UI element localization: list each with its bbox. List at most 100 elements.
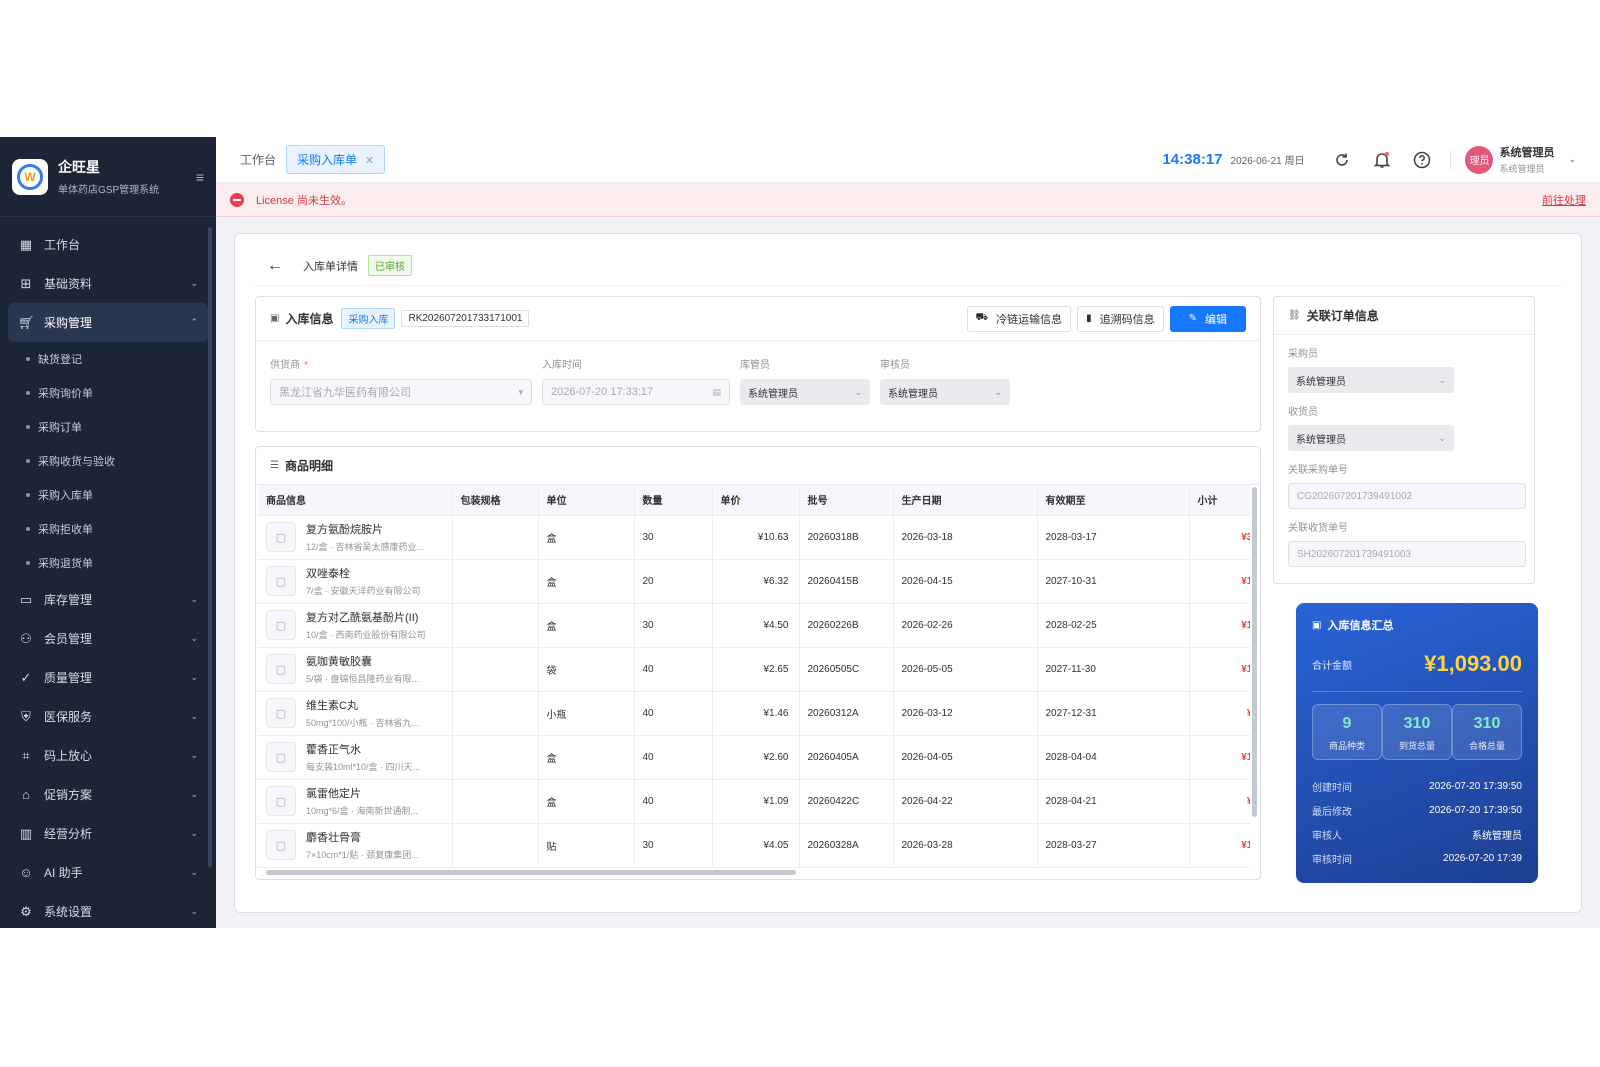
- license-alert: License 尚未生效。 前往处理: [216, 183, 1600, 217]
- product-image-icon: ▢: [266, 654, 296, 684]
- vertical-scrollbar[interactable]: [1252, 487, 1257, 817]
- product-name: 复方氨酚烷胺片: [306, 524, 383, 536]
- sidebar-item-dashboard[interactable]: ▦ 工作台: [0, 225, 216, 264]
- chevron-up-icon: ⌃: [190, 317, 198, 327]
- bell-icon[interactable]: [1372, 150, 1392, 170]
- summary-card: ▣ 入库信息汇总 合计金额 ¥1,093.00 9 商品种类 310 到货总量 310…: [1296, 603, 1538, 883]
- receiver-select[interactable]: 系统管理员 ⌄: [1288, 425, 1454, 451]
- package-cell: [452, 647, 539, 692]
- product-name: 氯雷他定片: [306, 788, 361, 800]
- sidebar-subitem-shortage[interactable]: 缺货登记: [0, 342, 216, 376]
- sidebar-subitem-inquiry[interactable]: 采购询价单: [0, 376, 216, 410]
- table-row[interactable]: ▢ 双唑泰栓 7/盒 · 安徽天洋药业有限公司盒 20 ¥6.32 20260415B 20…: [258, 559, 1250, 604]
- buyer-select[interactable]: 系统管理员 ⌄: [1288, 367, 1454, 393]
- chevron-down-icon: ⌄: [994, 386, 1002, 397]
- items-panel: ☰ 商品明细 商品信息 包装规格 单位 数量 单价 批号 生产日期 有效期至 小计 ▢ 复方氨酚烷…: [255, 446, 1261, 880]
- close-tab-icon[interactable]: ✕: [365, 155, 374, 167]
- items-table: 商品信息 包装规格 单位 数量 单价 批号 生产日期 有效期至 小计 ▢ 复方氨酚烷胺片 12/盒 …: [258, 485, 1250, 868]
- page-header: ← 入库单详情 已审核: [255, 246, 1561, 286]
- sidebar-subitem-rejection[interactable]: 采购拒收单: [0, 512, 216, 546]
- sidebar-subitem-order[interactable]: 采购订单: [0, 410, 216, 444]
- sidebar-item-analysis[interactable]: ▥ 经营分析 ⌄: [0, 814, 216, 853]
- edit-button[interactable]: ✎ 编辑: [1169, 305, 1246, 332]
- column-header: 商品信息: [258, 485, 453, 516]
- help-icon[interactable]: [1412, 150, 1432, 170]
- tab-workbench[interactable]: 工作台: [240, 151, 276, 168]
- qty-cell: 40: [634, 647, 713, 692]
- sidebar-item-settings[interactable]: ⚙ 系统设置 ⌄: [0, 892, 216, 928]
- summary-icon: ▣: [1312, 619, 1322, 631]
- chevron-down-icon: ⌄: [1438, 374, 1446, 385]
- price-cell: ¥1.46: [712, 691, 800, 736]
- sidebar-item-scan[interactable]: ⌗ 码上放心 ⌄: [0, 736, 216, 775]
- subtotal-cell: ¥43: [1189, 779, 1250, 824]
- user-name[interactable]: 系统管理员: [1499, 144, 1554, 160]
- table-row[interactable]: ▢ 藿香正气水 每支装10ml*10/盒 · 四川天... 盒 40 ¥2.60 20260…: [258, 735, 1250, 780]
- clock-time: 14:38:17: [1162, 151, 1223, 168]
- sidebar-item-promotion[interactable]: ⌂ 促销方案 ⌄: [0, 775, 216, 814]
- inbound-time-label: 入库时间: [542, 360, 582, 371]
- total-amount: ¥1,093.00: [1424, 651, 1522, 676]
- horizontal-scrollbar[interactable]: [266, 870, 796, 875]
- unit-cell: 盒: [538, 515, 635, 560]
- price-cell: ¥4.05: [712, 823, 800, 868]
- product-image-icon: ▢: [266, 786, 296, 816]
- table-row[interactable]: ▢ 复方对乙酰氨基酚片(II) 10/盒 · 西南药业股份有限公司盒 30 ¥4.50 2…: [258, 603, 1250, 648]
- chevron-down-icon[interactable]: ⌄: [1568, 154, 1576, 165]
- avatar[interactable]: 理员: [1465, 145, 1494, 174]
- sidebar-subitem-return[interactable]: 采购退货单: [0, 546, 216, 580]
- status-badge: 已审核: [368, 255, 412, 276]
- summary-meta: 创建时间 2026-07-20 17:39:50 最后修改 2026-07-20 1…: [1312, 774, 1522, 870]
- refresh-icon[interactable]: [1332, 150, 1352, 170]
- cold-chain-button[interactable]: ⛟ 冷链运输信息: [966, 305, 1072, 332]
- sidebar-item-inventory[interactable]: ▭ 库存管理 ⌄: [0, 580, 216, 619]
- sidebar-scrollbar[interactable]: [208, 227, 212, 867]
- supplier-select[interactable]: 黑龙江省九华医药有限公司 ▾: [270, 379, 532, 405]
- table-row[interactable]: ▢ 氨咖黄敏胶囊 5/袋 · 盘锦恒昌隆药业有限... 袋 40 ¥2.65 2026050…: [258, 647, 1250, 692]
- sidebar-item-purchase[interactable]: 🛒︎ 采购管理 ⌃: [8, 303, 208, 342]
- product-name: 氨咖黄敏胶囊: [306, 656, 372, 668]
- summary-title: 入库信息汇总: [1327, 620, 1394, 632]
- mfg-date-cell: 2026-04-05: [893, 735, 1038, 780]
- keeper-select[interactable]: 系统管理员 ⌄: [740, 379, 870, 405]
- table-row[interactable]: ▢ 复方氨酚烷胺片 12/盒 · 吉林省吴太感康药业... 盒 30 ¥10.63 2026…: [258, 515, 1250, 560]
- inbound-time-input[interactable]: 2026-07-20 17:33:17 ▤: [542, 379, 730, 405]
- table-row[interactable]: ▢ 麝香壮骨膏 7×10cm*1/贴 · 颈复康集团... 贴 30 ¥4.05 20260…: [258, 823, 1250, 868]
- sidebar-item-members[interactable]: ⚇ 会员管理 ⌄: [0, 619, 216, 658]
- sidebar-subitem-inbound[interactable]: 采购入库单: [0, 478, 216, 512]
- auditor-select[interactable]: 系统管理员 ⌄: [880, 379, 1010, 405]
- sidebar-item-insurance[interactable]: ⛨ 医保服务 ⌄: [0, 697, 216, 736]
- receipt-info-panel: ▣ 入库信息 采购入库 RK202607201733171001 ⛟ 冷链运输信息…: [255, 296, 1261, 432]
- collapse-menu-icon[interactable]: ≡: [196, 169, 204, 185]
- trace-code-button[interactable]: ▮ 追溯码信息: [1077, 305, 1164, 332]
- page-title: 入库单详情: [303, 260, 358, 273]
- items-table-wrapper[interactable]: 商品信息 包装规格 单位 数量 单价 批号 生产日期 有效期至 小计 ▢ 复方氨酚烷胺片 12/盒 …: [258, 485, 1250, 873]
- tab-purchase-inbound[interactable]: 采购入库单 ✕: [286, 145, 386, 174]
- unit-cell: 盒: [538, 735, 635, 780]
- sidebar-subitem-receiving[interactable]: 采购收货与验收: [0, 444, 216, 478]
- sidebar-item-quality[interactable]: ✓ 质量管理 ⌄: [0, 658, 216, 697]
- sidebar-item-ai[interactable]: ☺ AI 助手 ⌄: [0, 853, 216, 892]
- receipt-number: RK202607201733171001: [401, 310, 530, 327]
- mfg-date-cell: 2026-02-26: [893, 603, 1038, 648]
- table-row[interactable]: ▢ 维生素C丸 50mg*100/小瓶 · 吉林省九... 小瓶 40 ¥1.46 2026…: [258, 691, 1250, 736]
- back-arrow-icon[interactable]: ←: [267, 257, 283, 275]
- grid-icon: ⊞: [20, 275, 32, 291]
- price-cell: ¥6.32: [712, 559, 800, 604]
- po-number-field[interactable]: CG202607201739491002: [1288, 483, 1526, 509]
- sidebar-item-basic-data[interactable]: ⊞ 基础资料 ⌄: [0, 264, 216, 303]
- clock-date: 2026-06-21 周日: [1230, 156, 1305, 167]
- alert-action-link[interactable]: 前往处理: [1542, 192, 1586, 208]
- batch-cell: 20260226B: [799, 603, 894, 648]
- product-name: 维生素C丸: [306, 700, 358, 712]
- mfg-date-cell: 2026-03-18: [893, 515, 1038, 560]
- expiry-cell: 2027-10-31: [1037, 559, 1190, 604]
- product-cell: ▢ 氯雷他定片 10mg*6/盒 · 海南新世通制...: [258, 779, 453, 824]
- table-row[interactable]: ▢ 氯雷他定片 10mg*6/盒 · 海南新世通制... 盒 40 ¥1.09 202604…: [258, 779, 1250, 824]
- receiving-number-field[interactable]: SH202607201739491003: [1288, 541, 1526, 567]
- receipt-info-title: 入库信息: [285, 312, 334, 326]
- total-label: 合计金额: [1312, 660, 1352, 672]
- product-image-icon: ▢: [266, 698, 296, 728]
- stat-product-types: 9 商品种类: [1312, 704, 1382, 760]
- product-cell: ▢ 麝香壮骨膏 7×10cm*1/贴 · 颈复康集团...: [258, 823, 453, 868]
